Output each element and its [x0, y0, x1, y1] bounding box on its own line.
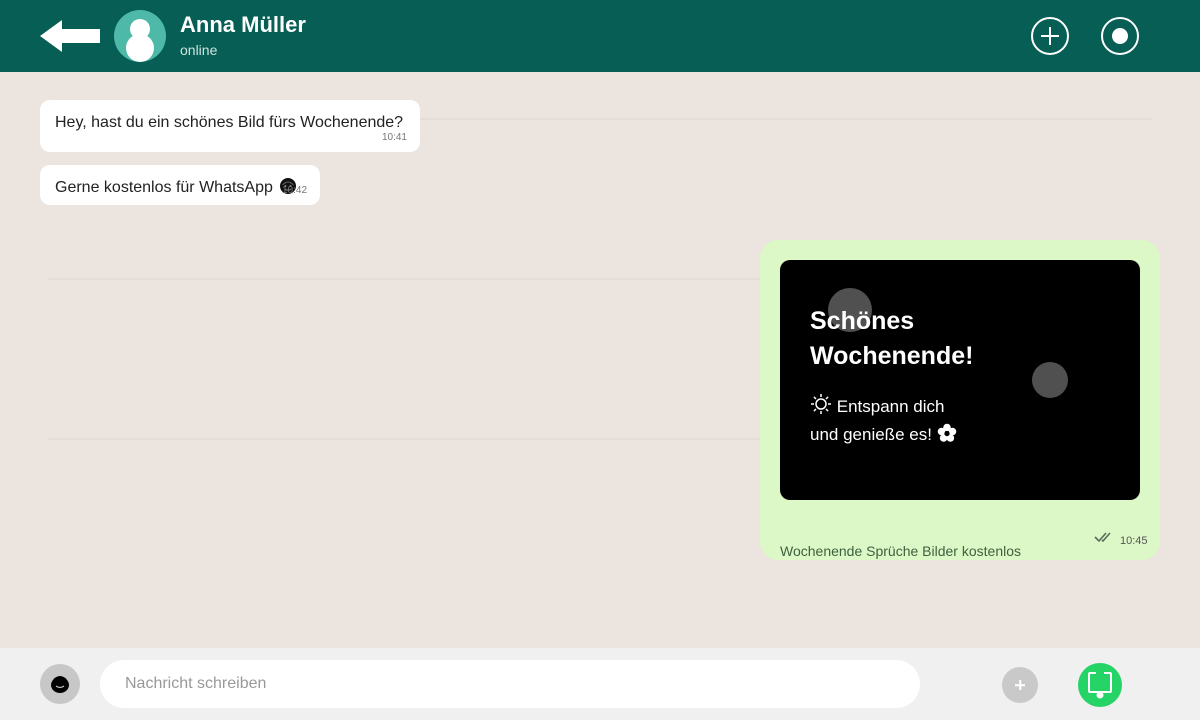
person-icon [126, 19, 154, 62]
contact-status: online [180, 42, 218, 58]
double-check-icon [1094, 532, 1111, 543]
outgoing-message[interactable]: Schönes Wochenende! Entspann dich und ge… [760, 240, 1160, 560]
image-line: und genieße es! [810, 423, 957, 445]
divider [420, 118, 1152, 120]
composer-bar [0, 648, 1200, 720]
back-button[interactable] [40, 20, 102, 52]
contact-name: Anna Müller [180, 12, 306, 37]
image-text-line2: und genieße es! [810, 425, 932, 444]
mic-button[interactable] [1078, 663, 1122, 707]
image-title: Schönes Wochenende! [810, 307, 974, 370]
message-text: Gerne kostenlos für WhatsApp [55, 179, 273, 196]
message-time: 10:45 [1120, 535, 1148, 547]
sun-icon [811, 394, 831, 414]
message-text: Hey, hast du ein schönes Bild fürs Woche… [55, 114, 404, 131]
message-time: 10:42 [282, 185, 308, 196]
mic-icon [1088, 671, 1112, 699]
add-icon[interactable] [1031, 17, 1069, 55]
emoji-button[interactable] [40, 664, 80, 704]
record-icon[interactable] [1101, 17, 1139, 55]
attach-icon[interactable] [1002, 667, 1038, 703]
flower-icon [937, 423, 956, 442]
image-line: Entspann dich [810, 393, 944, 417]
image-text-line1: Entspann dich [836, 397, 945, 416]
chat-header: Anna Müller online [0, 0, 1200, 72]
arrow-left-icon [40, 20, 100, 52]
avatar[interactable] [114, 10, 166, 62]
message-image[interactable]: Schönes Wochenende! Entspann dich und ge… [780, 260, 1140, 500]
message-time: 10:41 [381, 132, 407, 143]
message-input[interactable] [100, 660, 920, 708]
emoji-icon [51, 676, 69, 693]
divider [48, 278, 760, 280]
incoming-message[interactable]: Hey, hast du ein schönes Bild fürs Woche… [40, 100, 420, 152]
chat-area: Hey, hast du ein schönes Bild fürs Woche… [0, 72, 1200, 648]
image-caption: Wochenende Sprüche Bilder kostenlos [780, 543, 1022, 559]
divider [48, 438, 760, 440]
incoming-message[interactable]: Gerne kostenlos für WhatsApp 10:42 [40, 165, 320, 205]
